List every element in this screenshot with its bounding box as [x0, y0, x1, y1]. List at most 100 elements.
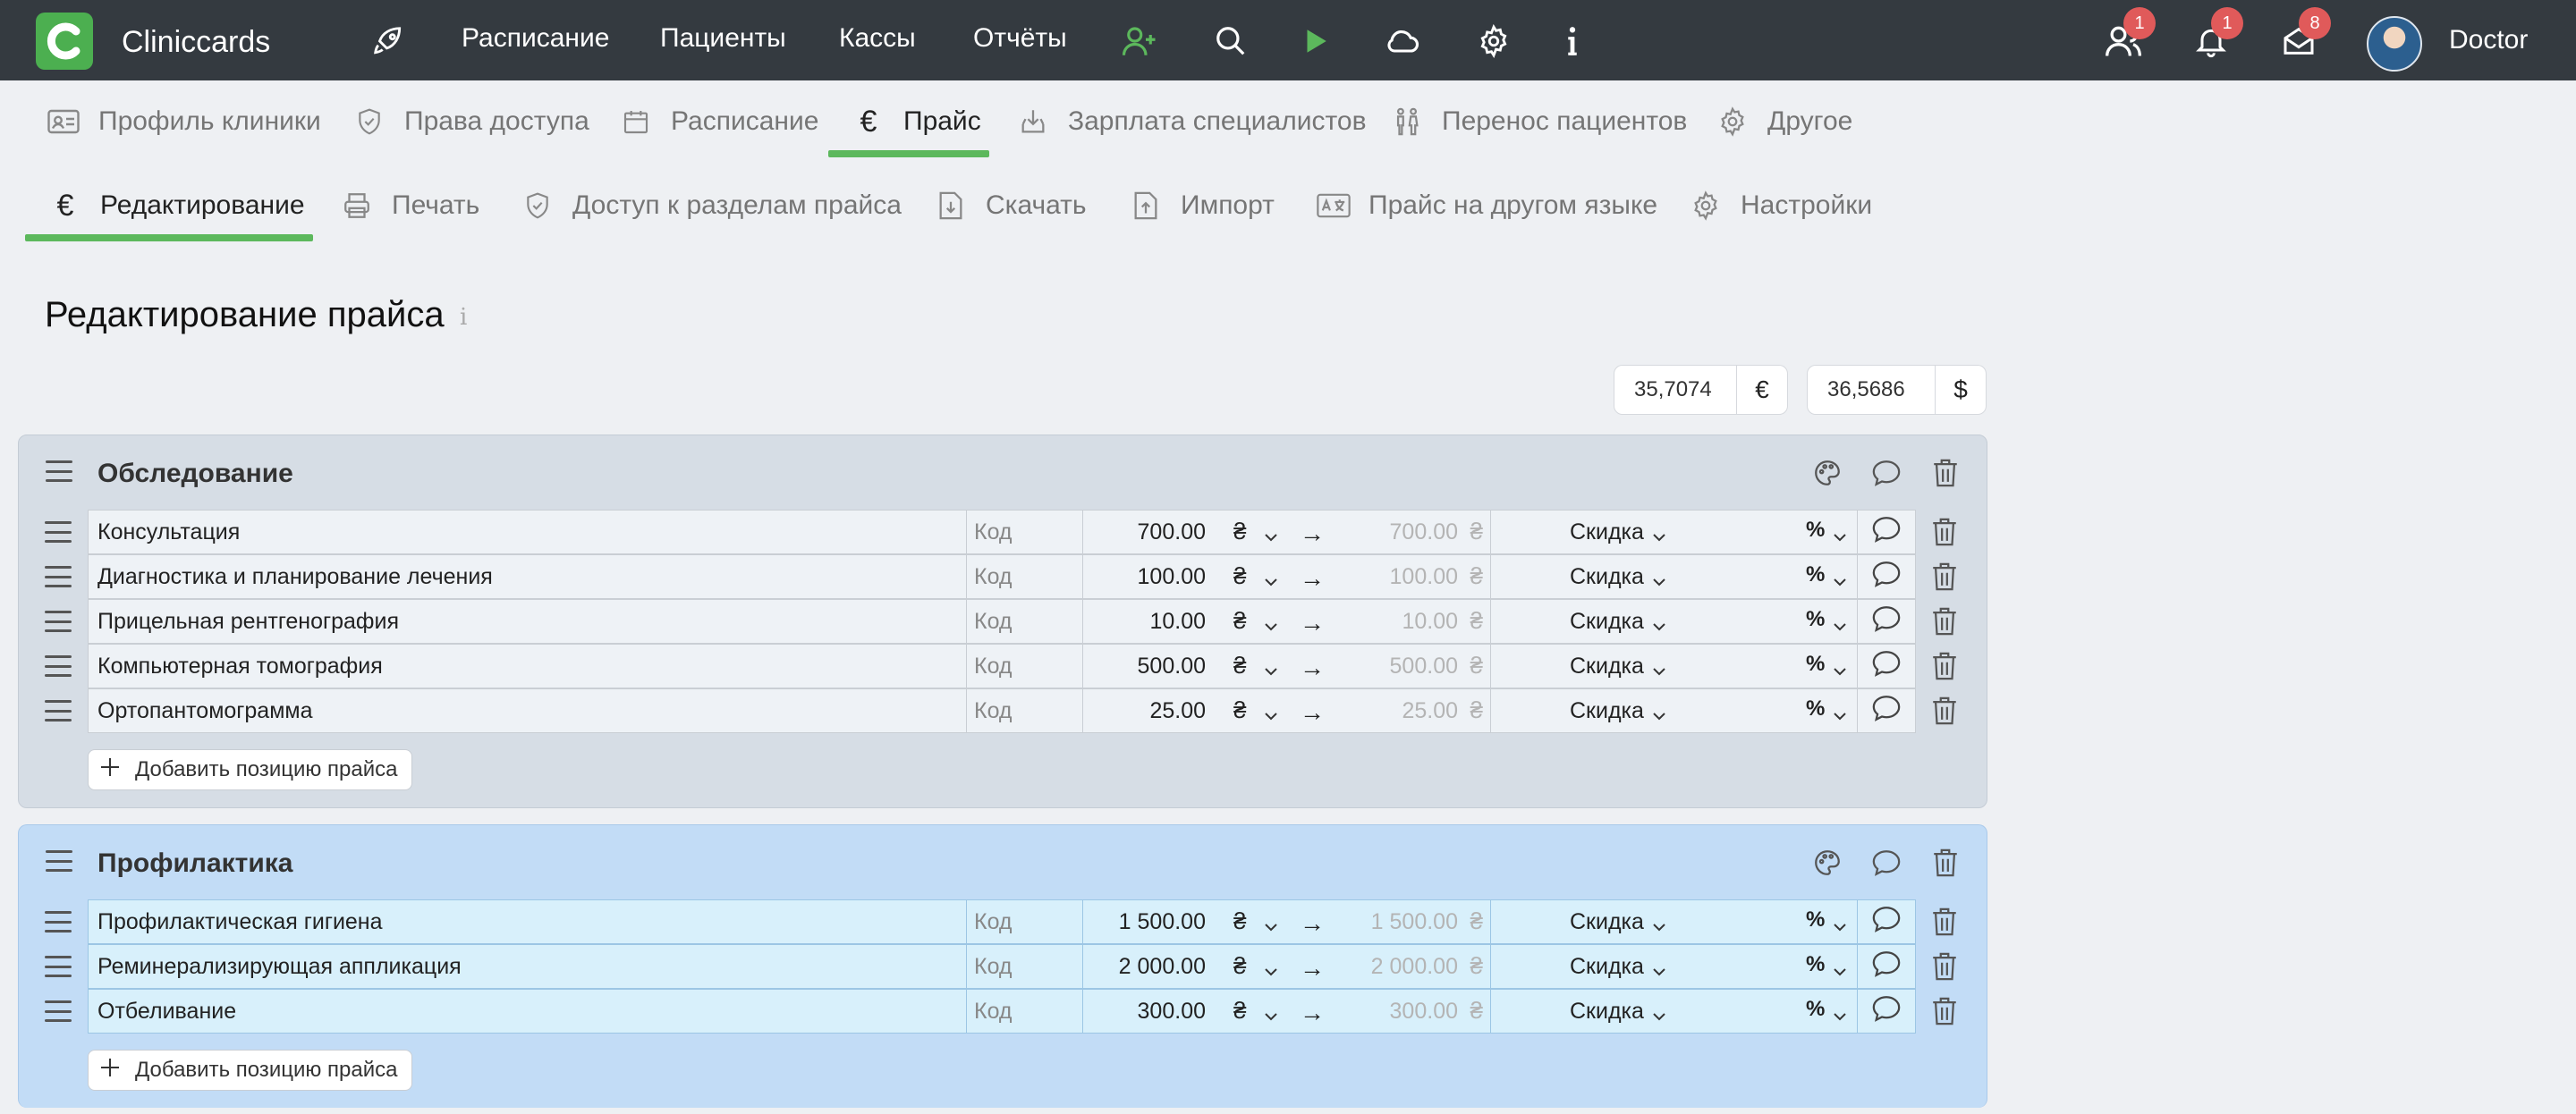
- percent-icon[interactable]: %: [1806, 607, 1825, 632]
- chevron-down-icon[interactable]: [1833, 659, 1847, 676]
- item-code-input[interactable]: Код: [966, 688, 1082, 733]
- add-patient-icon[interactable]: [1120, 21, 1159, 61]
- cloud-icon[interactable]: [1383, 21, 1422, 61]
- chevron-down-icon[interactable]: [1833, 1004, 1847, 1021]
- mail-icon[interactable]: 8: [2279, 7, 2331, 61]
- tab-salary[interactable]: Зарплата специалистов: [1016, 95, 1367, 148]
- subtab-print[interactable]: Печать: [340, 179, 479, 232]
- row-drag-handle-icon[interactable]: [45, 911, 72, 933]
- discount-select[interactable]: Скидка: [1570, 564, 1644, 590]
- row-trash-icon[interactable]: [1927, 693, 1962, 729]
- add-price-item-button[interactable]: Добавить позицию прайса: [88, 749, 413, 790]
- row-trash-icon[interactable]: [1927, 949, 1962, 984]
- item-code-input[interactable]: Код: [966, 899, 1082, 944]
- subtab-price-access[interactable]: Доступ к разделам прайса: [521, 179, 902, 232]
- percent-icon[interactable]: %: [1806, 696, 1825, 722]
- nav-link-patients[interactable]: Пациенты: [660, 23, 786, 54]
- chevron-down-icon[interactable]: [1833, 525, 1847, 542]
- item-name-input[interactable]: Консультация: [88, 510, 966, 554]
- tab-schedule[interactable]: Расписание: [619, 95, 818, 148]
- subtab-import[interactable]: Импорт: [1129, 179, 1275, 232]
- trash-icon[interactable]: [1928, 455, 1963, 491]
- discount-select[interactable]: Скидка: [1570, 954, 1644, 980]
- row-drag-handle-icon[interactable]: [45, 521, 72, 543]
- item-comment-button[interactable]: [1857, 510, 1916, 554]
- item-code-input[interactable]: Код: [966, 989, 1082, 1034]
- rocket-icon[interactable]: [369, 21, 408, 61]
- chevron-down-icon[interactable]: [1264, 659, 1278, 676]
- item-price-input[interactable]: 100.00: [1138, 564, 1206, 590]
- item-price-input[interactable]: 1 500.00: [1119, 909, 1206, 935]
- chevron-down-icon[interactable]: [1652, 1004, 1666, 1021]
- percent-icon[interactable]: %: [1806, 518, 1825, 543]
- usd-rate-input[interactable]: 36,5686: [1807, 365, 1936, 415]
- tab-clinic-profile[interactable]: Профиль клиники: [47, 95, 321, 148]
- discount-select[interactable]: Скидка: [1570, 654, 1644, 679]
- users-icon[interactable]: 1: [2104, 7, 2156, 61]
- row-trash-icon[interactable]: [1927, 993, 1962, 1029]
- tab-access-rights[interactable]: Права доступа: [352, 95, 589, 148]
- tab-price[interactable]: € Прайс: [852, 95, 981, 148]
- percent-icon[interactable]: %: [1806, 562, 1825, 587]
- row-drag-handle-icon[interactable]: [45, 956, 72, 977]
- chevron-down-icon[interactable]: [1652, 915, 1666, 932]
- palette-icon[interactable]: [1809, 455, 1845, 491]
- chevron-down-icon[interactable]: [1833, 704, 1847, 721]
- tab-other[interactable]: Другое: [1716, 95, 1852, 148]
- item-price-input[interactable]: 500.00: [1138, 654, 1206, 679]
- subtab-download[interactable]: Скачать: [934, 179, 1087, 232]
- discount-select[interactable]: Скидка: [1570, 909, 1644, 935]
- percent-icon[interactable]: %: [1806, 652, 1825, 677]
- chevron-down-icon[interactable]: [1833, 915, 1847, 932]
- bell-icon[interactable]: 1: [2191, 7, 2243, 61]
- app-logo[interactable]: [36, 13, 93, 70]
- subtab-settings[interactable]: Настройки: [1689, 179, 1872, 232]
- item-name-input[interactable]: Компьютерная томография: [88, 644, 966, 688]
- chevron-down-icon[interactable]: [1264, 915, 1278, 932]
- percent-icon[interactable]: %: [1806, 907, 1825, 933]
- item-code-input[interactable]: Код: [966, 644, 1082, 688]
- nav-link-cash[interactable]: Кассы: [839, 23, 916, 54]
- chevron-down-icon[interactable]: [1264, 704, 1278, 721]
- row-trash-icon[interactable]: [1927, 514, 1962, 550]
- chevron-down-icon[interactable]: [1652, 704, 1666, 721]
- item-code-input[interactable]: Код: [966, 944, 1082, 989]
- percent-icon[interactable]: %: [1806, 997, 1825, 1022]
- trash-icon[interactable]: [1928, 845, 1963, 881]
- comment-icon[interactable]: [1868, 455, 1904, 491]
- chevron-down-icon[interactable]: [1264, 1004, 1278, 1021]
- chevron-down-icon[interactable]: [1264, 959, 1278, 976]
- info-icon[interactable]: i: [460, 304, 467, 331]
- chevron-down-icon[interactable]: [1264, 525, 1278, 542]
- item-code-input[interactable]: Код: [966, 554, 1082, 599]
- chevron-down-icon[interactable]: [1264, 570, 1278, 587]
- discount-select[interactable]: Скидка: [1570, 698, 1644, 724]
- item-comment-button[interactable]: [1857, 688, 1916, 733]
- item-code-input[interactable]: Код: [966, 510, 1082, 554]
- item-comment-button[interactable]: [1857, 599, 1916, 644]
- chevron-down-icon[interactable]: [1833, 614, 1847, 631]
- add-price-item-button[interactable]: Добавить позицию прайса: [88, 1050, 413, 1091]
- nav-link-schedule[interactable]: Расписание: [462, 23, 609, 54]
- play-icon[interactable]: [1295, 21, 1335, 61]
- item-price-input[interactable]: 25.00: [1149, 698, 1206, 724]
- item-name-input[interactable]: Реминерализирующая аппликация: [88, 944, 966, 989]
- item-name-input[interactable]: Отбеливание: [88, 989, 966, 1034]
- discount-select[interactable]: Скидка: [1570, 999, 1644, 1025]
- row-drag-handle-icon[interactable]: [45, 1000, 72, 1022]
- subtab-other-language[interactable]: Прайс на другом языке: [1317, 179, 1657, 232]
- item-price-input[interactable]: 300.00: [1138, 999, 1206, 1025]
- row-trash-icon[interactable]: [1927, 559, 1962, 595]
- item-comment-button[interactable]: [1857, 554, 1916, 599]
- discount-select[interactable]: Скидка: [1570, 609, 1644, 635]
- item-comment-button[interactable]: [1857, 944, 1916, 989]
- item-code-input[interactable]: Код: [966, 599, 1082, 644]
- group-title[interactable]: Профилактика: [97, 848, 293, 879]
- discount-select[interactable]: Скидка: [1570, 519, 1644, 545]
- row-drag-handle-icon[interactable]: [45, 655, 72, 677]
- chevron-down-icon[interactable]: [1652, 570, 1666, 587]
- comment-icon[interactable]: [1868, 845, 1904, 881]
- chevron-down-icon[interactable]: [1652, 614, 1666, 631]
- chevron-down-icon[interactable]: [1652, 525, 1666, 542]
- item-name-input[interactable]: Диагностика и планирование лечения: [88, 554, 966, 599]
